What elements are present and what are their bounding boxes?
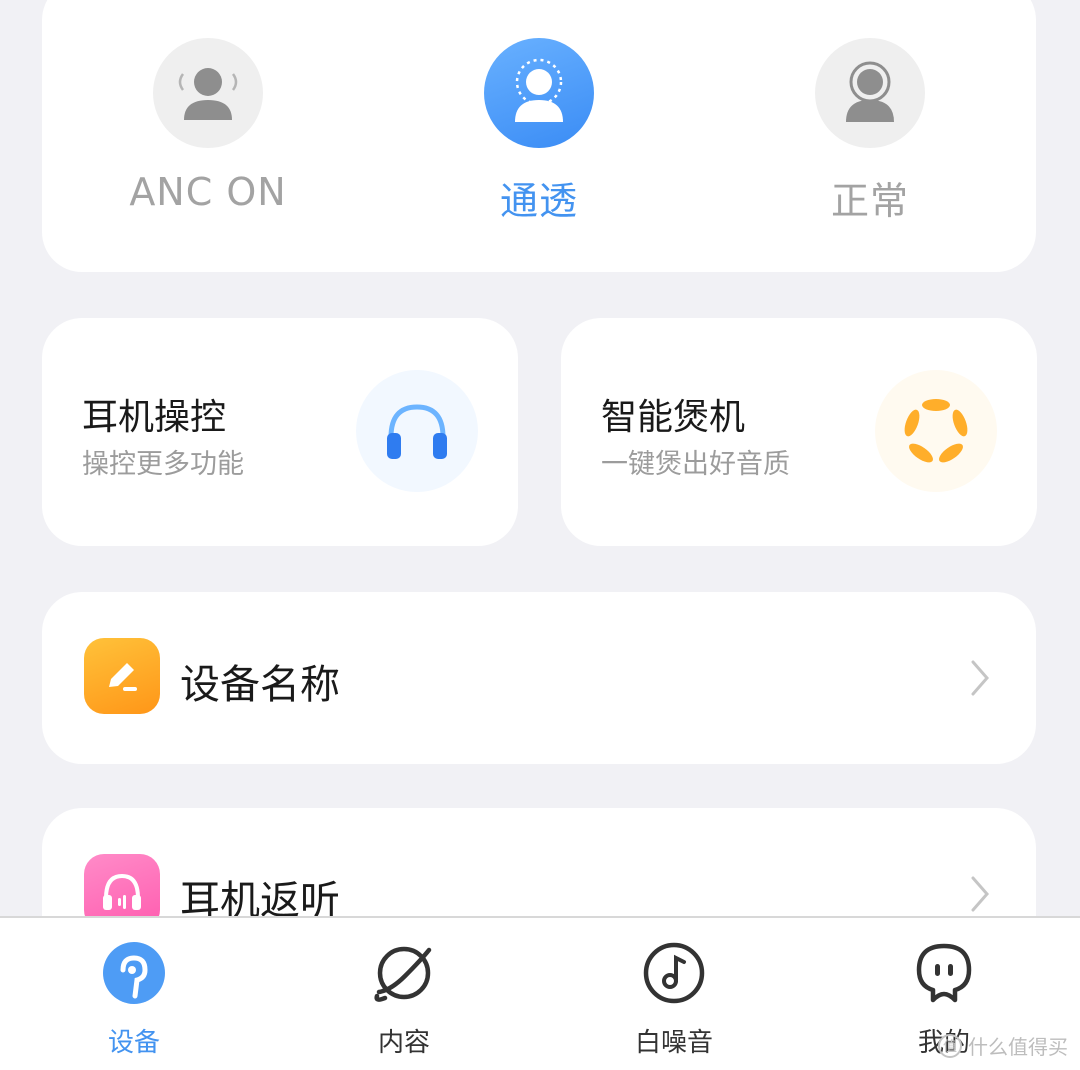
- mode-label-transparency: 通透: [499, 179, 578, 223]
- nav-tab-white-noise[interactable]: 白噪音: [594, 938, 754, 1059]
- edit-pencil-icon: [84, 638, 160, 714]
- watermark-badge-icon: 值: [938, 1033, 962, 1058]
- noise-mode-card: ANC ON 通透 正常: [42, 0, 1036, 272]
- mode-normal[interactable]: 正常: [760, 38, 980, 225]
- music-note-disc-icon: [639, 938, 709, 1008]
- feature-title: 智能煲机: [601, 397, 746, 438]
- earphone-control-card[interactable]: 耳机操控 操控更多功能: [42, 318, 518, 546]
- headphones-icon: [356, 370, 478, 492]
- profile-face-icon: [909, 938, 979, 1008]
- row-label: 设备名称: [180, 662, 340, 708]
- mode-label-normal: 正常: [830, 179, 909, 223]
- chevron-right-icon: [971, 876, 989, 912]
- burn-in-ring-icon: [875, 370, 997, 492]
- nav-label: 设备: [107, 1028, 160, 1058]
- bottom-nav: 设备 内容 白噪音 我的 值 什么值得买: [0, 916, 1080, 1070]
- normal-person-icon: [815, 38, 925, 148]
- feature-title: 耳机操控: [82, 397, 227, 438]
- feature-subtitle: 操控更多功能: [82, 449, 244, 480]
- nav-label: 白噪音: [634, 1028, 713, 1058]
- mode-label-anc: ANC ON: [129, 170, 287, 214]
- smart-burn-in-card[interactable]: 智能煲机 一键煲出好音质: [561, 318, 1037, 546]
- earbud-icon: [99, 938, 169, 1008]
- feature-subtitle: 一键煲出好音质: [601, 449, 790, 480]
- nav-tab-content[interactable]: 内容: [324, 938, 484, 1059]
- nav-tab-device[interactable]: 设备: [54, 938, 214, 1059]
- mode-transparency[interactable]: 通透: [429, 38, 649, 225]
- device-name-row[interactable]: 设备名称: [42, 592, 1036, 764]
- watermark: 值 什么值得买: [938, 1031, 1068, 1060]
- nav-label: 内容: [377, 1028, 430, 1058]
- planet-icon: [369, 938, 439, 1008]
- transparency-person-icon: [484, 38, 594, 148]
- mode-anc-on[interactable]: ANC ON: [98, 38, 318, 214]
- watermark-text: 什么值得买: [968, 1035, 1068, 1059]
- anc-person-icon: [153, 38, 263, 148]
- chevron-right-icon: [971, 660, 989, 696]
